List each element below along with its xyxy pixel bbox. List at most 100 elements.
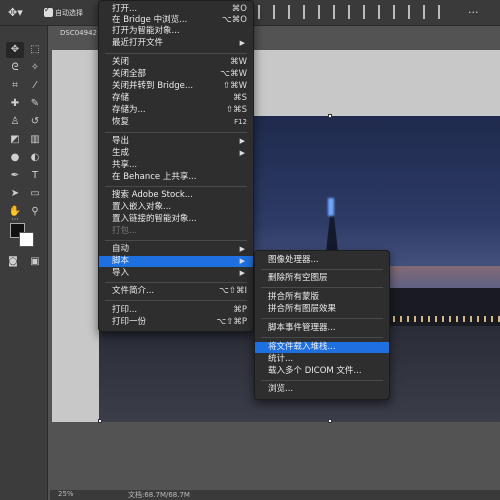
align-center-icon[interactable] — [273, 5, 279, 19]
city-skyline — [379, 288, 500, 328]
menu-item-script-events-manager[interactable]: 脚本事件管理器... — [255, 323, 389, 334]
file-menu: 打开... ⌘O 在 Bridge 中浏览... ⌥⌘O 打开为智能对象... 最近… — [98, 0, 254, 332]
menu-item-generate[interactable]: 生成 ▶ — [99, 148, 253, 159]
crop-icon[interactable]: ⌗ — [6, 78, 24, 94]
dodge-icon[interactable]: ◐ — [26, 150, 44, 166]
menu-separator — [105, 53, 247, 54]
distribute-right-icon[interactable] — [423, 5, 429, 19]
menu-item-automate[interactable]: 自动 ▶ — [99, 244, 253, 255]
align-middle-icon[interactable] — [318, 5, 324, 19]
lasso-icon[interactable]: ᘓ — [6, 60, 24, 76]
menu-item-flatten-masks[interactable]: 拼合所有蒙版 — [255, 292, 389, 303]
align-buttons — [258, 5, 444, 19]
transform-handle[interactable] — [328, 419, 332, 423]
menu-item-load-files-into-stack[interactable]: 将文件载入堆栈... — [255, 342, 389, 353]
distribute-middle-icon[interactable] — [363, 5, 369, 19]
move-icon[interactable]: ✥ — [6, 42, 24, 58]
submenu-arrow-icon: ▶ — [239, 39, 245, 47]
menu-separator — [105, 282, 247, 283]
submenu-arrow-icon: ▶ — [239, 245, 245, 253]
distribute-spacing-icon[interactable] — [438, 5, 444, 19]
menu-item-save[interactable]: 存储 ⌘S — [99, 93, 253, 104]
menu-item-statistics[interactable]: 统计... — [255, 354, 389, 365]
menu-item-open[interactable]: 打开... ⌘O — [99, 4, 253, 15]
move-tool-icon[interactable]: ✥▾ — [8, 6, 23, 19]
menu-separator — [105, 132, 247, 133]
distribute-bottom-icon[interactable] — [378, 5, 384, 19]
menu-item-recent-files[interactable]: 最近打开文件 ▶ — [99, 38, 253, 49]
marquee-icon[interactable]: ⬚ — [26, 42, 44, 58]
pen-icon[interactable]: ✒ — [6, 168, 24, 184]
menu-item-import[interactable]: 导入 ▶ — [99, 268, 253, 279]
auto-select-checkbox[interactable] — [44, 5, 53, 17]
menu-item-open-smart-object[interactable]: 打开为智能对象... — [99, 26, 253, 37]
menu-separator — [261, 287, 383, 288]
menu-item-revert[interactable]: 恢复 F12 — [99, 117, 253, 128]
eyedropper-icon[interactable]: ⁄ — [26, 78, 44, 94]
clone-stamp-icon[interactable]: ♙ — [6, 114, 24, 130]
distribute-top-icon[interactable] — [348, 5, 354, 19]
menu-separator — [105, 186, 247, 187]
submenu-arrow-icon: ▶ — [239, 269, 245, 277]
rectangle-icon[interactable]: ▭ — [26, 186, 44, 202]
menu-item-place-embedded[interactable]: 置入嵌入对象... — [99, 202, 253, 213]
menu-item-browse-bridge[interactable]: 在 Bridge 中浏览... ⌥⌘O — [99, 15, 253, 26]
background-color-swatch[interactable] — [19, 232, 34, 247]
type-icon[interactable]: T — [26, 168, 44, 184]
menu-item-close-go-bridge[interactable]: 关闭并转到 Bridge... ⇧⌘W — [99, 81, 253, 92]
zoom-icon[interactable]: ⚲ — [26, 204, 44, 220]
menu-item-print-one[interactable]: 打印一份 ⌥⇧⌘P — [99, 317, 253, 328]
menu-item-image-processor[interactable]: 图像处理器... — [255, 255, 389, 266]
transform-handle[interactable] — [328, 114, 332, 118]
menu-item-package: 打包... — [112, 226, 138, 236]
menu-separator — [261, 337, 383, 338]
document-size: 文档:68.7M/68.7M — [128, 491, 190, 499]
menu-item-close[interactable]: 关闭 ⌘W — [99, 57, 253, 68]
gradient-icon[interactable]: ▥ — [26, 132, 44, 148]
scripts-submenu: 图像处理器... 删除所有空图层 拼合所有蒙版 拼合所有图层效果 脚本事件管理器… — [254, 250, 390, 400]
menu-item-load-dicom[interactable]: 载入多个 DICOM 文件... — [255, 366, 389, 377]
align-left-icon[interactable] — [258, 5, 264, 19]
menu-item-print[interactable]: 打印... ⌘P — [99, 305, 253, 316]
more-options-icon[interactable]: ··· — [468, 6, 479, 19]
zoom-level[interactable]: 25% — [58, 490, 74, 498]
menu-item-delete-empty-layers[interactable]: 删除所有空图层 — [255, 273, 389, 284]
distribute-left-icon[interactable] — [393, 5, 399, 19]
menu-separator — [261, 380, 383, 381]
menu-item-share[interactable]: 共享... — [99, 160, 253, 171]
menu-item-save-as[interactable]: 存储为... ⇧⌘S — [99, 105, 253, 116]
menu-item-flatten-layer-effects[interactable]: 拼合所有图层效果 — [255, 304, 389, 315]
menu-item-export[interactable]: 导出 ▶ — [99, 136, 253, 147]
align-bottom-icon[interactable] — [333, 5, 339, 19]
tools-panel: ✥ ⬚ ᘓ ✧ ⌗ ⁄ ✚ ✎ ♙ ↺ ◩ ▥ ● ◐ ✒ T ➤ ▭ ✋ ⚲ … — [0, 26, 48, 500]
menu-item-close-all[interactable]: 关闭全部 ⌥⌘W — [99, 69, 253, 80]
screen-mode-icon[interactable]: ▣ — [26, 254, 44, 270]
brush-icon[interactable]: ✎ — [26, 96, 44, 112]
distribute-center-icon[interactable] — [408, 5, 414, 19]
path-selection-icon[interactable]: ➤ — [6, 186, 24, 202]
status-bar: 25% 文档:68.7M/68.7M — [50, 490, 500, 500]
transform-handle[interactable] — [98, 419, 102, 423]
magic-wand-icon[interactable]: ✧ — [26, 60, 44, 76]
menu-separator — [261, 269, 383, 270]
submenu-arrow-icon: ▶ — [239, 137, 245, 145]
eraser-icon[interactable]: ◩ — [6, 132, 24, 148]
menu-item-share-behance[interactable]: 在 Behance 上共享... — [99, 172, 253, 183]
menu-item-browse[interactable]: 浏览... — [255, 384, 389, 395]
skyscraper-light — [328, 198, 334, 216]
quick-mask-icon[interactable]: ◙ — [4, 254, 22, 270]
menu-item-place-linked[interactable]: 置入链接的智能对象... — [99, 214, 253, 225]
menu-item-file-info[interactable]: 文件简介... ⌥⇧⌘I — [99, 286, 253, 297]
blur-icon[interactable]: ● — [6, 150, 24, 166]
align-top-icon[interactable] — [303, 5, 309, 19]
city-lights — [379, 316, 500, 322]
menu-separator — [261, 318, 383, 319]
align-right-icon[interactable] — [288, 5, 294, 19]
submenu-arrow-icon: ▶ — [239, 257, 245, 265]
submenu-arrow-icon: ▶ — [239, 149, 245, 157]
healing-brush-icon[interactable]: ✚ — [6, 96, 24, 112]
menu-item-search-stock[interactable]: 搜索 Adobe Stock... — [99, 190, 253, 201]
history-brush-icon[interactable]: ↺ — [26, 114, 44, 130]
menu-item-scripts[interactable]: 脚本 ▶ — [99, 256, 253, 267]
menu-separator — [105, 240, 247, 241]
